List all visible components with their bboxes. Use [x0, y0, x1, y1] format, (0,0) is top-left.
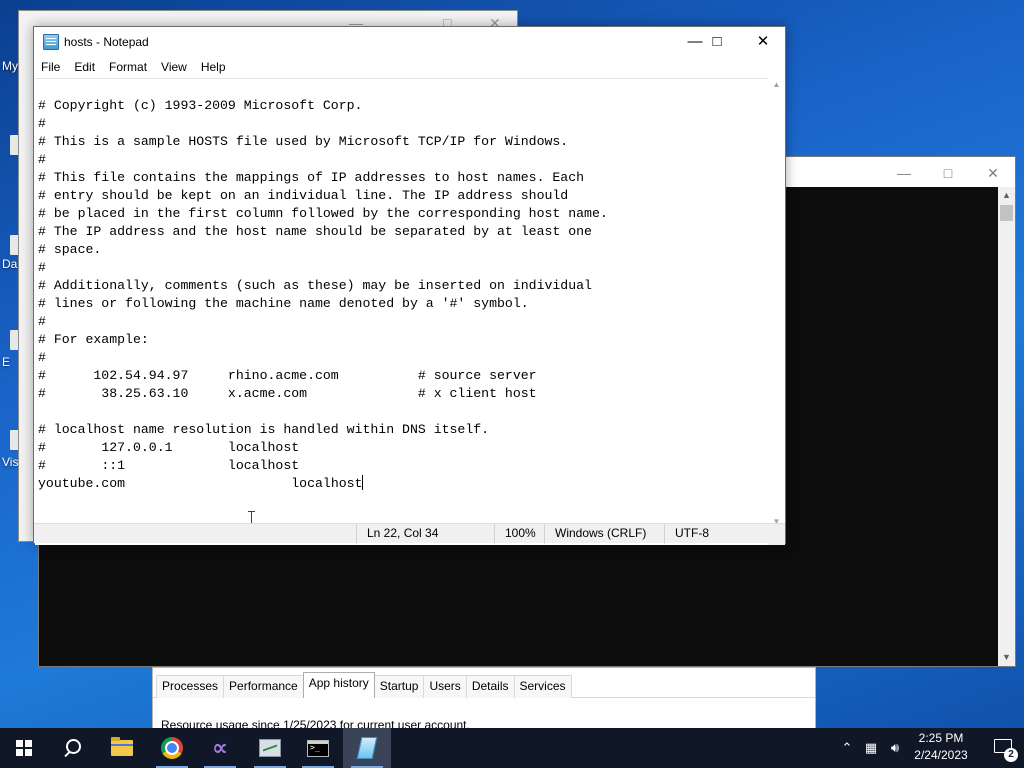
- scroll-up-icon[interactable]: ▲: [998, 187, 1015, 204]
- scroll-down-icon[interactable]: ▼: [998, 649, 1015, 666]
- close-icon[interactable]: ✕: [970, 163, 1016, 183]
- text-line: #: [38, 260, 46, 275]
- tab-details[interactable]: Details: [465, 675, 515, 698]
- desktop-icon-label[interactable]: E: [2, 355, 10, 369]
- text-line: # space.: [38, 242, 102, 257]
- text-line: # The IP address and the host name shoul…: [38, 224, 592, 239]
- taskbar-notepad[interactable]: [343, 728, 391, 768]
- volume-icon[interactable]: 🔊︎: [884, 728, 906, 768]
- text-line-last: youtube.com localhost: [38, 475, 769, 493]
- menu-help[interactable]: Help: [194, 57, 233, 77]
- file-explorer-icon: [111, 737, 133, 756]
- start-button[interactable]: [0, 728, 48, 768]
- tab-processes[interactable]: Processes: [156, 675, 225, 698]
- desktop-icon-label[interactable]: Vis: [2, 455, 18, 469]
- text-line: # Copyright (c) 1993-2009 Microsoft Corp…: [38, 98, 363, 113]
- chrome-icon: [161, 737, 183, 759]
- search-button[interactable]: [48, 728, 96, 768]
- taskbar-chrome[interactable]: [148, 728, 196, 768]
- text-line: # 38.25.63.10 x.acme.com # x client host: [38, 386, 537, 401]
- tab-app-history[interactable]: App history: [302, 672, 375, 698]
- desktop-icon-label[interactable]: Da: [2, 257, 17, 271]
- editor-content: # Copyright (c) 1993-2009 Microsoft Corp…: [35, 79, 769, 493]
- text-line: #: [38, 116, 46, 131]
- maximize-icon[interactable]: □: [925, 163, 971, 183]
- status-line-ending: Windows (CRLF): [544, 524, 664, 544]
- notification-badge: 2: [1004, 748, 1018, 762]
- text-line: # 102.54.94.97 rhino.acme.com # source s…: [38, 368, 537, 383]
- taskbar-command-prompt[interactable]: [294, 728, 342, 768]
- system-clock[interactable]: 2:25 PM 2/24/2023: [906, 730, 976, 764]
- maximize-icon[interactable]: □: [694, 27, 740, 57]
- text-line: # For example:: [38, 332, 149, 347]
- task-manager-tabs: Processes Performance App history Startu…: [156, 672, 572, 701]
- taskbar: ∝ ⌃ ▦ 🔊︎ 2:25 PM 2/24/2023 2: [0, 728, 1024, 768]
- visual-studio-icon: ∝: [212, 735, 228, 761]
- scroll-thumb[interactable]: [1000, 205, 1013, 221]
- clock-date: 2/24/2023: [914, 748, 968, 762]
- notepad-icon[interactable]: [43, 34, 59, 50]
- text-line: #: [38, 152, 46, 167]
- console-scrollbar[interactable]: ▲ ▼: [998, 187, 1015, 666]
- clock-time: 2:25 PM: [918, 731, 964, 745]
- start-icon: [16, 740, 32, 756]
- menu-view[interactable]: View: [154, 57, 194, 77]
- notepad-icon: [356, 737, 378, 759]
- status-position: Ln 22, Col 34: [356, 524, 494, 544]
- text-line: # localhost name resolution is handled w…: [38, 422, 490, 437]
- text-editor[interactable]: # Copyright (c) 1993-2009 Microsoft Corp…: [35, 78, 769, 528]
- show-hidden-icons[interactable]: ⌃: [836, 728, 858, 768]
- status-zoom: 100%: [494, 524, 544, 544]
- text-line: # 127.0.0.1 localhost: [38, 440, 300, 455]
- tab-services[interactable]: Services: [513, 675, 572, 698]
- text-line: # This is a sample HOSTS file used by Mi…: [38, 134, 569, 149]
- text-line: #: [38, 350, 46, 365]
- notepad-window[interactable]: hosts - Notepad — □ ✕ File Edit Format V…: [33, 26, 786, 545]
- command-prompt-icon: [307, 739, 329, 757]
- menu-edit[interactable]: Edit: [67, 57, 102, 77]
- status-encoding: UTF-8: [664, 524, 786, 544]
- taskbar-visual-studio[interactable]: ∝: [196, 728, 244, 768]
- text-line: # ::1 localhost: [38, 458, 300, 473]
- notepad-titlebar[interactable]: hosts - Notepad — □ ✕: [34, 27, 785, 57]
- tab-performance[interactable]: Performance: [223, 675, 304, 698]
- text-line: # entry should be kept on an individual …: [38, 188, 569, 203]
- menu-format[interactable]: Format: [102, 57, 154, 77]
- text-line: # be placed in the first column followed…: [38, 206, 608, 221]
- close-icon[interactable]: ✕: [740, 27, 786, 57]
- text-line: #: [38, 314, 46, 329]
- taskbar-file-explorer[interactable]: [98, 728, 146, 768]
- notification-center-button[interactable]: 2: [992, 736, 1018, 762]
- text-caret: [362, 475, 364, 490]
- window-title: hosts - Notepad: [64, 35, 149, 49]
- tab-startup[interactable]: Startup: [373, 675, 425, 698]
- desktop-icon-label[interactable]: My: [2, 59, 18, 73]
- menu-file[interactable]: File: [34, 57, 67, 77]
- text-line: # Additionally, comments (such as these)…: [38, 278, 592, 293]
- minimize-icon[interactable]: —: [881, 163, 927, 183]
- vertical-scrollbar[interactable]: ▲ ▼: [768, 78, 785, 528]
- task-manager-window[interactable]: Processes Performance App history Startu…: [152, 667, 816, 737]
- tab-users[interactable]: Users: [423, 675, 467, 698]
- taskbar-performance-monitor[interactable]: [246, 728, 294, 768]
- text-line: [38, 403, 769, 421]
- last-line-text: youtube.com localhost: [38, 476, 363, 491]
- text-line: # lines or following the machine name de…: [38, 296, 529, 311]
- scroll-up-icon[interactable]: ▲: [768, 80, 785, 89]
- network-icon[interactable]: ▦: [860, 728, 882, 768]
- search-icon: [63, 739, 81, 757]
- text-line: # This file contains the mappings of IP …: [38, 170, 585, 185]
- performance-monitor-icon: [259, 739, 281, 757]
- menu-bar: File Edit Format View Help: [34, 57, 785, 77]
- status-bar: Ln 22, Col 34 100% Windows (CRLF) UTF-8: [34, 523, 786, 544]
